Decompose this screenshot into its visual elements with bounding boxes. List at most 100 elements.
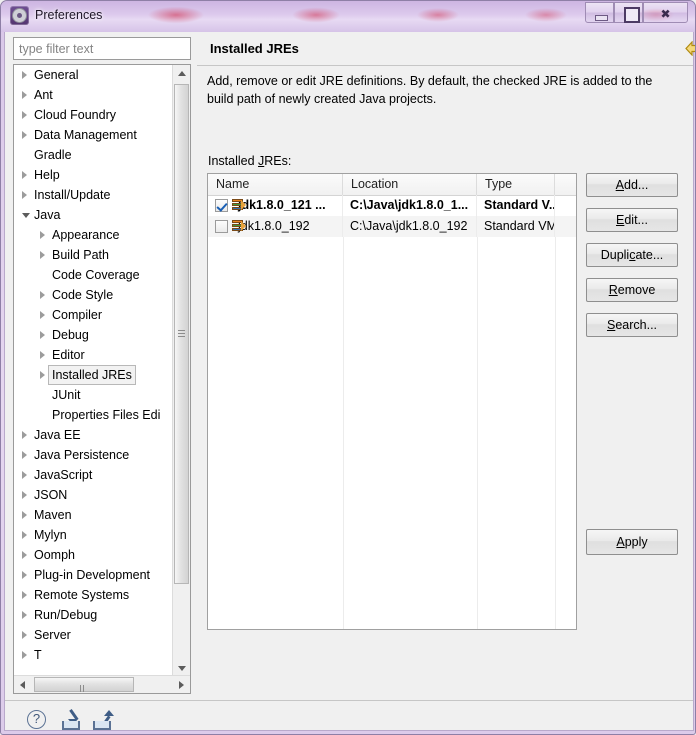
export-icon[interactable] bbox=[91, 710, 114, 730]
maximize-button[interactable] bbox=[614, 2, 643, 23]
tree-item-install-update[interactable]: Install/Update bbox=[14, 185, 174, 205]
tree-item-junit[interactable]: JUnit bbox=[14, 385, 174, 405]
tree-item-json[interactable]: JSON bbox=[14, 485, 174, 505]
chevron-right-icon[interactable] bbox=[22, 91, 27, 99]
tree-item-general[interactable]: General bbox=[14, 65, 174, 85]
chevron-right-icon[interactable] bbox=[22, 491, 27, 499]
tree-item-remote-systems[interactable]: Remote Systems bbox=[14, 585, 174, 605]
chevron-down-icon[interactable] bbox=[22, 213, 30, 218]
chevron-right-icon[interactable] bbox=[40, 351, 45, 359]
tree-item-server[interactable]: Server bbox=[14, 625, 174, 645]
chevron-right-icon[interactable] bbox=[40, 331, 45, 339]
tree-item-gradle[interactable]: Gradle bbox=[14, 145, 174, 165]
minimize-icon bbox=[595, 15, 608, 21]
chevron-right-icon[interactable] bbox=[22, 591, 27, 599]
tree-item-build-path[interactable]: Build Path bbox=[14, 245, 174, 265]
import-icon[interactable] bbox=[60, 709, 82, 730]
jre-default-checkbox[interactable] bbox=[215, 199, 228, 212]
tree-item-cloud-foundry[interactable]: Cloud Foundry bbox=[14, 105, 174, 125]
chevron-right-icon[interactable] bbox=[22, 651, 27, 659]
scroll-up-button[interactable] bbox=[173, 65, 190, 82]
chevron-right-icon bbox=[179, 681, 184, 689]
tree-item-java-ee[interactable]: Java EE bbox=[14, 425, 174, 445]
tree-item-ant[interactable]: Ant bbox=[14, 85, 174, 105]
tree-item-java-persistence[interactable]: Java Persistence bbox=[14, 445, 174, 465]
tree-item-mylyn[interactable]: Mylyn bbox=[14, 525, 174, 545]
remove-jre-button[interactable]: Remove bbox=[586, 278, 678, 302]
minimize-button[interactable] bbox=[585, 2, 614, 23]
tree-item-label: Appearance bbox=[52, 228, 120, 242]
column-header-name[interactable]: Name bbox=[208, 174, 343, 195]
chevron-right-icon[interactable] bbox=[40, 231, 45, 239]
tree-item-java[interactable]: Java bbox=[14, 205, 174, 225]
chevron-right-icon[interactable] bbox=[40, 311, 45, 319]
tree-item-properties-files-edi[interactable]: Properties Files Edi bbox=[14, 405, 174, 425]
search-jre-button[interactable]: Search... bbox=[586, 313, 678, 337]
tree-item-editor[interactable]: Editor bbox=[14, 345, 174, 365]
duplicate-jre-button[interactable]: Duplicate... bbox=[586, 243, 678, 267]
chevron-right-icon[interactable] bbox=[40, 251, 45, 259]
tree-item-debug[interactable]: Debug bbox=[14, 325, 174, 345]
tree-item-data-management[interactable]: Data Management bbox=[14, 125, 174, 145]
jre-type-cell: Standard VM bbox=[477, 216, 555, 237]
chevron-down-icon bbox=[178, 666, 186, 671]
close-button[interactable]: ✖ bbox=[643, 2, 688, 23]
chevron-right-icon[interactable] bbox=[22, 191, 27, 199]
tree-item-label: Ant bbox=[34, 88, 53, 102]
help-icon[interactable]: ? bbox=[27, 710, 46, 729]
tree-hscrollbar-thumb[interactable] bbox=[34, 677, 134, 692]
chevron-right-icon[interactable] bbox=[22, 111, 27, 119]
tree-item-help[interactable]: Help bbox=[14, 165, 174, 185]
chevron-right-icon[interactable] bbox=[22, 471, 27, 479]
back-arrow-icon[interactable] bbox=[685, 41, 696, 56]
tree-item-plug-in-development[interactable]: Plug-in Development bbox=[14, 565, 174, 585]
scroll-left-button[interactable] bbox=[14, 676, 31, 693]
tree-item-run-debug[interactable]: Run/Debug bbox=[14, 605, 174, 625]
chevron-right-icon[interactable] bbox=[40, 291, 45, 299]
chevron-right-icon[interactable] bbox=[22, 71, 27, 79]
chevron-right-icon[interactable] bbox=[22, 571, 27, 579]
jre-location-cell: C:\Java\jdk1.8.0_192 bbox=[343, 216, 477, 237]
tree-scrollbar-thumb[interactable] bbox=[174, 84, 189, 584]
edit-jre-button[interactable]: Edit... bbox=[586, 208, 678, 232]
tree-item-oomph[interactable]: Oomph bbox=[14, 545, 174, 565]
column-header-type[interactable]: Type bbox=[477, 174, 555, 195]
tree-item-compiler[interactable]: Compiler bbox=[14, 305, 174, 325]
table-row[interactable]: jdk1.8.0_192 C:\Java\jdk1.8.0_192 Standa… bbox=[208, 216, 576, 237]
add-jre-button[interactable]: Add... bbox=[586, 173, 678, 197]
chevron-right-icon[interactable] bbox=[22, 511, 27, 519]
chevron-right-icon[interactable] bbox=[22, 551, 27, 559]
scrollbar-grip-icon bbox=[80, 681, 88, 692]
tree-horizontal-scrollbar[interactable] bbox=[14, 675, 190, 693]
chevron-right-icon[interactable] bbox=[40, 371, 45, 379]
chevron-right-icon[interactable] bbox=[22, 611, 27, 619]
maximize-icon bbox=[624, 7, 640, 23]
chevron-right-icon[interactable] bbox=[22, 171, 27, 179]
apply-button[interactable]: Apply bbox=[586, 529, 678, 555]
chevron-right-icon[interactable] bbox=[22, 531, 27, 539]
chevron-right-icon[interactable] bbox=[22, 451, 27, 459]
chevron-right-icon[interactable] bbox=[22, 431, 27, 439]
tree-item-javascript[interactable]: JavaScript bbox=[14, 465, 174, 485]
installed-jres-table[interactable]: Name Location Type jdk1.8.0_121 ... C:\J… bbox=[207, 173, 577, 630]
filter-input[interactable]: type filter text bbox=[13, 37, 191, 60]
dialog-footer: ? Apply and Close Cancel bbox=[5, 701, 693, 730]
tree-item-appearance[interactable]: Appearance bbox=[14, 225, 174, 245]
column-header-extra[interactable] bbox=[555, 174, 576, 195]
tree-item-t[interactable]: T bbox=[14, 645, 174, 665]
scroll-right-button[interactable] bbox=[173, 676, 190, 693]
tree-item-label: Plug-in Development bbox=[34, 568, 151, 582]
tree-item-code-style[interactable]: Code Style bbox=[14, 285, 174, 305]
tree-item-label: General bbox=[34, 68, 79, 82]
jre-default-checkbox[interactable] bbox=[215, 220, 228, 233]
tree-item-code-coverage[interactable]: Code Coverage bbox=[14, 265, 174, 285]
chevron-right-icon[interactable] bbox=[22, 631, 27, 639]
table-row[interactable]: jdk1.8.0_121 ... C:\Java\jdk1.8.0_1... S… bbox=[208, 195, 576, 216]
tree-vertical-scrollbar[interactable] bbox=[172, 65, 190, 677]
preferences-tree[interactable]: General Ant Cloud Foundry Data Management Gr… bbox=[13, 64, 191, 694]
tree-item-installed-jres[interactable]: Installed JREs bbox=[14, 365, 174, 385]
tree-item-label: Java EE bbox=[34, 428, 81, 442]
chevron-right-icon[interactable] bbox=[22, 131, 27, 139]
column-header-location[interactable]: Location bbox=[343, 174, 477, 195]
tree-item-maven[interactable]: Maven bbox=[14, 505, 174, 525]
